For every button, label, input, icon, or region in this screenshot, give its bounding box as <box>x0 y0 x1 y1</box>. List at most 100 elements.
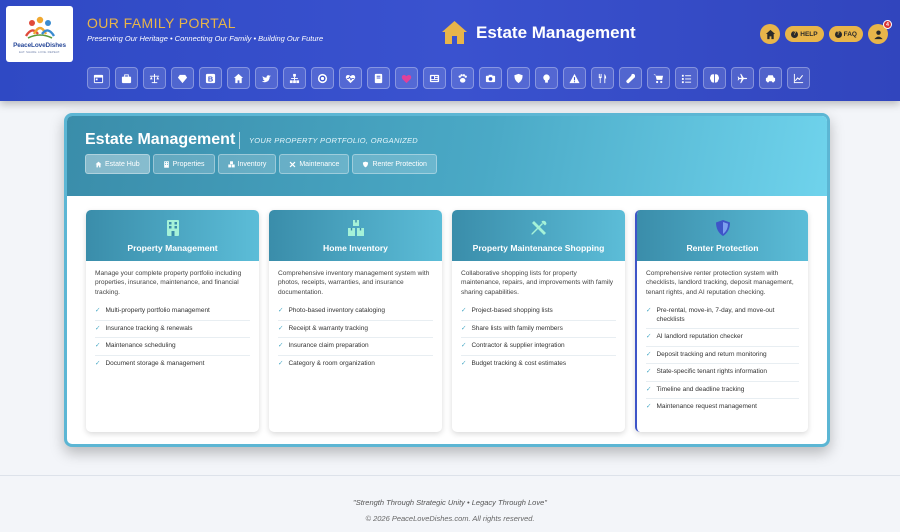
feature-text: State-specific tenant rights information <box>656 368 768 376</box>
nav-jewelry[interactable] <box>171 67 194 89</box>
nav-family-tree[interactable] <box>283 67 306 89</box>
panel-tabs: Estate Hub Properties Inventory Maintena… <box>85 154 437 174</box>
home-icon <box>95 161 102 167</box>
faq-button[interactable]: ? FAQ <box>828 26 863 42</box>
check-icon: ✓ <box>461 342 467 350</box>
list-item: ✓ Budget tracking & cost estimates <box>461 356 616 373</box>
twitter-icon <box>261 74 272 82</box>
heart-pulse-icon <box>345 74 356 83</box>
tab-maintenance[interactable]: Maintenance <box>279 154 350 174</box>
newspaper-icon <box>429 74 440 82</box>
shield-icon <box>514 73 523 83</box>
nav-photos[interactable] <box>479 67 502 89</box>
tab-properties[interactable]: Properties <box>152 154 215 174</box>
nav-emergency[interactable] <box>563 67 586 89</box>
logo-subtext: EAT. SHARE. LOVE. REPEAT. <box>19 50 60 54</box>
feature-text: Maintenance scheduling <box>105 342 176 350</box>
nav-calendar[interactable] <box>87 67 110 89</box>
lightbulb-icon <box>543 73 550 83</box>
card-title: Renter Protection <box>686 243 759 253</box>
nav-travel[interactable] <box>731 67 754 89</box>
feature-text: Insurance claim preparation <box>288 342 369 350</box>
nav-goals[interactable] <box>311 67 334 89</box>
nav-twitter[interactable] <box>255 67 278 89</box>
feature-cards: Property Management Manage your complete… <box>86 210 808 432</box>
nav-shopping[interactable] <box>647 67 670 89</box>
notification-badge: 4 <box>883 20 892 29</box>
shield-icon <box>363 161 369 167</box>
help-label: HELP <box>800 30 818 38</box>
home-icon <box>765 29 775 39</box>
nav-love[interactable] <box>395 67 418 89</box>
panel-subtitle: YOUR PROPERTY PORTFOLIO, ORGANIZED <box>249 136 418 145</box>
feature-text: Share lists with family members <box>471 324 563 332</box>
list-item: ✓ Category & room organization <box>278 356 433 373</box>
boxes-icon <box>347 220 364 236</box>
check-icon: ✓ <box>461 359 467 367</box>
camera-icon <box>485 74 496 82</box>
help-button[interactable]: ? HELP <box>785 26 824 42</box>
page-heading-text: Estate Management <box>476 22 636 42</box>
nav-home[interactable] <box>227 67 250 89</box>
shield-icon <box>715 220 730 236</box>
feature-text: Photo-based inventory cataloging <box>288 307 385 315</box>
list-item: ✓ Insurance claim preparation <box>278 338 433 356</box>
title-divider <box>239 132 240 149</box>
card-header: Property Management <box>86 210 259 261</box>
check-icon: ✓ <box>646 368 652 376</box>
nav-security[interactable] <box>507 67 530 89</box>
card-renter-protection[interactable]: Renter Protection Comprehensive renter p… <box>635 210 808 432</box>
nav-news[interactable] <box>423 67 446 89</box>
home-button[interactable] <box>760 24 781 44</box>
list-item: ✓ Contractor & supplier integration <box>461 338 616 356</box>
blog-icon: B <box>205 73 216 83</box>
check-icon: ✓ <box>278 342 284 350</box>
check-icon: ✓ <box>461 324 467 332</box>
paw-icon <box>458 73 467 83</box>
house-icon <box>442 21 467 44</box>
feature-nav: B <box>87 67 810 89</box>
tab-estate-hub[interactable]: Estate Hub <box>85 154 150 174</box>
footer-copyright: © 2026 PeaceLoveDishes.com. All rights r… <box>365 514 535 523</box>
nav-finance[interactable] <box>787 67 810 89</box>
card-header: Home Inventory <box>269 210 442 261</box>
card-header: Property Maintenance Shopping <box>452 210 625 261</box>
warning-icon <box>569 73 580 83</box>
footer-quote: "Strength Through Strategic Unity • Lega… <box>353 498 547 507</box>
nav-briefcase[interactable] <box>115 67 138 89</box>
checklist-icon <box>681 74 692 83</box>
plane-icon <box>737 73 748 83</box>
tab-inventory[interactable]: Inventory <box>217 154 277 174</box>
site-logo[interactable]: PeaceLoveDishes EAT. SHARE. LOVE. REPEAT… <box>6 6 73 62</box>
nav-dining[interactable] <box>591 67 614 89</box>
nav-tools[interactable] <box>619 67 642 89</box>
feature-text: Maintenance request management <box>656 403 757 411</box>
card-maintenance-shopping[interactable]: Property Maintenance Shopping Collaborat… <box>452 210 625 432</box>
card-description: Manage your complete property portfolio … <box>95 270 242 296</box>
wrench-icon <box>626 73 636 83</box>
brain-icon <box>710 73 719 83</box>
card-property-management[interactable]: Property Management Manage your complete… <box>86 210 259 432</box>
check-icon: ✓ <box>646 385 652 393</box>
card-description: Collaborative shopping lists for propert… <box>461 270 614 296</box>
nav-recipes[interactable] <box>367 67 390 89</box>
portal-title: OUR FAMILY PORTAL <box>87 15 236 31</box>
nav-pets[interactable] <box>451 67 474 89</box>
nav-vehicles[interactable] <box>759 67 782 89</box>
nav-legal[interactable] <box>143 67 166 89</box>
sitemap-icon <box>289 73 300 83</box>
home-icon <box>233 73 244 83</box>
card-home-inventory[interactable]: Home Inventory Comprehensive inventory m… <box>269 210 442 432</box>
list-item: ✓ Share lists with family members <box>461 321 616 339</box>
nav-blog[interactable]: B <box>199 67 222 89</box>
nav-ideas[interactable] <box>535 67 558 89</box>
book-icon <box>374 73 383 83</box>
nav-health[interactable] <box>339 67 362 89</box>
nav-tasks[interactable] <box>675 67 698 89</box>
list-item: ✓ Maintenance scheduling <box>95 338 250 356</box>
nav-mind[interactable] <box>703 67 726 89</box>
faq-label: FAQ <box>843 30 857 38</box>
user-button[interactable]: 4 <box>868 20 892 44</box>
tab-label: Estate Hub <box>105 160 140 168</box>
tab-renter-protection[interactable]: Renter Protection <box>352 154 437 174</box>
